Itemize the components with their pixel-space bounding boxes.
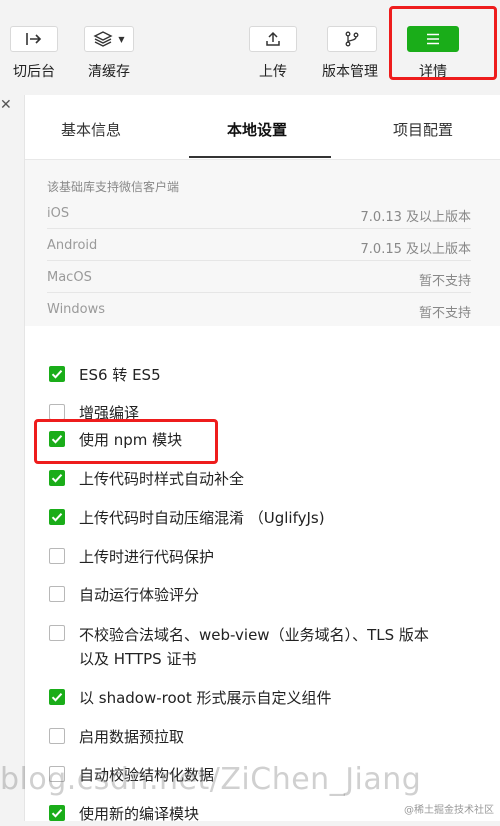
option-label: 上传代码时样式自动补全 (79, 470, 245, 488)
checkmark-icon (51, 513, 63, 522)
option-label: 以 shadow-root 形式展示自定义组件 (79, 689, 332, 707)
option-auto-score[interactable]: 自动运行体验评分 (49, 584, 439, 607)
checkbox[interactable] (49, 625, 65, 641)
option-data-prefetch[interactable]: 启用数据预拉取 (49, 726, 439, 749)
platform-version: 暂不支持 (418, 274, 471, 289)
info-row-windows: Windows 暂不支持 (47, 302, 471, 321)
highlight-box-details (389, 6, 497, 80)
watermark: blog.csdn.net/ZiChen_Jiang (0, 762, 422, 797)
checkbox[interactable] (49, 548, 65, 564)
background-label: 切后台 (13, 64, 55, 80)
option-label: 自动运行体验评分 (79, 586, 200, 604)
option-shadow-root[interactable]: 以 shadow-root 形式展示自定义组件 (49, 687, 439, 710)
tab-project-config[interactable]: 项目配置 (393, 119, 453, 140)
option-es6-to-es5[interactable]: ES6 转 ES5 (49, 364, 439, 387)
checkbox[interactable] (49, 805, 65, 821)
chevron-down-icon: ▼ (118, 34, 125, 44)
option-label: 上传时进行代码保护 (79, 548, 215, 566)
option-label: 不校验合法域名、web-view（业务域名）、TLS 版本以及 HTTPS 证书 (79, 626, 429, 668)
platform-version: 7.0.15 及以上版本 (360, 242, 471, 257)
info-title: 该基础库支持微信客户端 (47, 180, 180, 194)
background-button[interactable] (10, 26, 58, 52)
clear-cache-button[interactable]: ▼ (84, 26, 134, 52)
toolbar-item-clear-cache[interactable]: ▼ 清缓存 (84, 26, 134, 81)
option-label: 启用数据预拉取 (79, 728, 185, 746)
checkbox[interactable] (49, 470, 65, 486)
option-minify[interactable]: 上传代码时自动压缩混淆 （UglifyJs) (49, 507, 439, 530)
tab-basic-info[interactable]: 基本信息 (61, 119, 121, 140)
platform-version: 暂不支持 (418, 306, 471, 321)
platform-name: iOS (47, 206, 70, 221)
option-label: 使用新的编译模块 (79, 805, 200, 823)
checkbox[interactable] (49, 586, 65, 602)
checkbox[interactable] (49, 728, 65, 744)
credit-text: @稀土掘金技术社区 (404, 805, 494, 816)
platform-version: 7.0.13 及以上版本 (360, 210, 471, 225)
toolbar-item-background[interactable]: 切后台 (10, 26, 58, 81)
active-tab-indicator (189, 156, 331, 158)
upload-label: 上传 (259, 64, 287, 80)
upload-icon (266, 31, 280, 46)
highlight-box-npm (34, 419, 218, 464)
close-icon[interactable]: ✕ (0, 97, 12, 113)
checkmark-icon (51, 693, 63, 702)
clear-cache-label: 清缓存 (88, 64, 130, 80)
info-row-android: Android 7.0.15 及以上版本 (47, 238, 471, 257)
divider (47, 228, 471, 229)
checkmark-icon (51, 474, 63, 483)
upload-button[interactable] (249, 26, 297, 52)
platform-name: Windows (47, 302, 106, 317)
info-row-macos: MacOS 暂不支持 (47, 270, 471, 289)
divider (47, 260, 471, 261)
checkbox[interactable] (49, 404, 65, 420)
info-row-ios: iOS 7.0.13 及以上版本 (47, 206, 471, 225)
switch-background-icon (26, 33, 42, 45)
option-label: ES6 转 ES5 (79, 366, 161, 384)
option-new-compile-module[interactable]: 使用新的编译模块 (49, 803, 439, 826)
version-label: 版本管理 (322, 64, 378, 80)
layers-icon (93, 31, 113, 47)
option-style-autocomplete[interactable]: 上传代码时样式自动补全 (49, 468, 439, 491)
option-code-protect[interactable]: 上传时进行代码保护 (49, 546, 439, 569)
platform-name: MacOS (47, 270, 92, 285)
checkmark-icon (51, 370, 63, 379)
checkbox[interactable] (49, 366, 65, 382)
checkbox[interactable] (49, 689, 65, 705)
toolbar-item-upload[interactable]: 上传 (249, 26, 297, 81)
left-gutter (0, 95, 24, 821)
client-support-info: 该基础库支持微信客户端 iOS 7.0.13 及以上版本 Android 7.0… (25, 160, 500, 326)
platform-name: Android (47, 238, 98, 253)
toolbar-item-version[interactable]: 版本管理 (322, 26, 378, 81)
option-label: 上传代码时自动压缩混淆 （UglifyJs) (79, 509, 325, 527)
checkbox[interactable] (49, 509, 65, 525)
checkmark-icon (51, 809, 63, 818)
version-button[interactable] (327, 26, 377, 52)
divider (47, 292, 471, 293)
tab-bar: 基本信息 本地设置 项目配置 (25, 95, 500, 160)
branch-icon (345, 31, 359, 47)
tab-local-settings[interactable]: 本地设置 (227, 119, 287, 140)
option-skip-domain-check[interactable]: 不校验合法域名、web-view（业务域名）、TLS 版本以及 HTTPS 证书 (49, 623, 439, 671)
